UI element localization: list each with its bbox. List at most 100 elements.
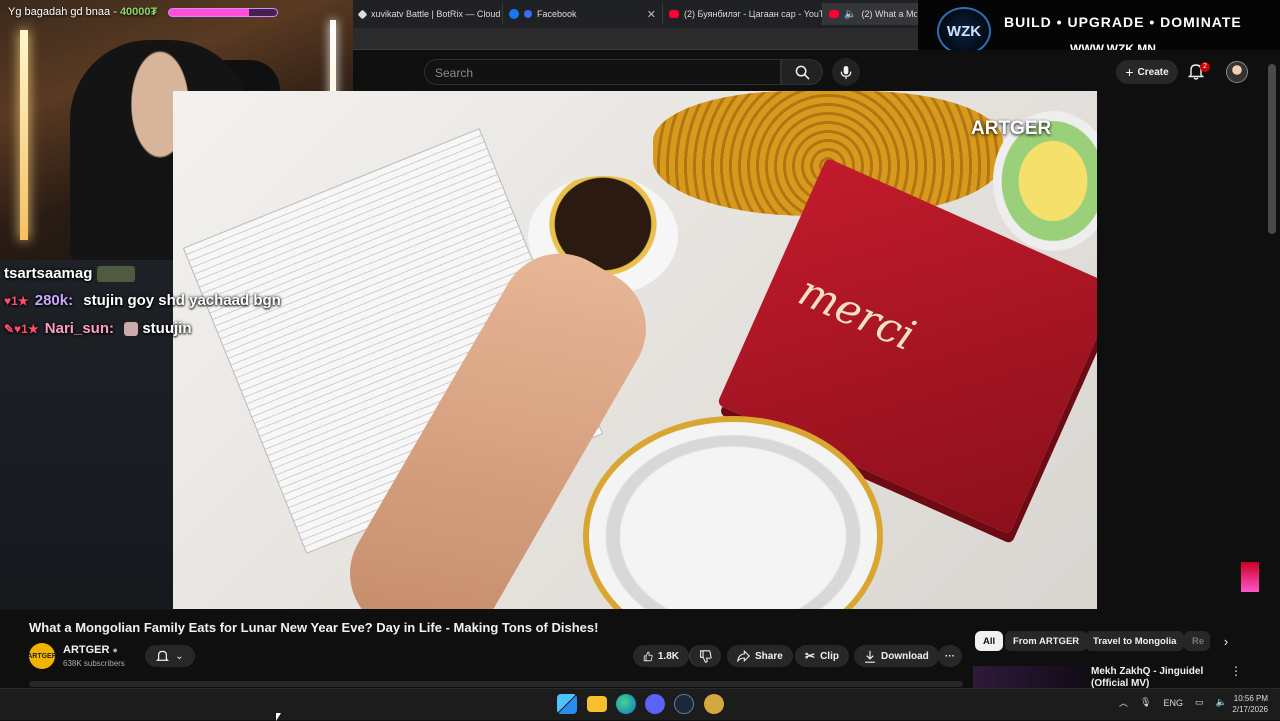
chat-text: stujin goy shd yachaad bgn bbox=[83, 292, 281, 309]
microphone-icon bbox=[840, 65, 852, 79]
promo-sticker bbox=[1241, 562, 1259, 592]
search-icon bbox=[795, 65, 810, 80]
verified-icon: ● bbox=[112, 645, 118, 655]
browser-toolbar bbox=[353, 28, 918, 50]
plus-icon: + bbox=[1125, 64, 1134, 80]
scissors-icon: ✂ bbox=[805, 649, 816, 663]
more-horizontal-icon: ··· bbox=[945, 650, 955, 662]
speaker-icon: 🔈 bbox=[844, 8, 857, 20]
taskbar-clock[interactable]: 10:56 PM 2/17/2026 bbox=[1222, 693, 1268, 715]
chat-username: 280k: bbox=[34, 292, 74, 309]
youtube-icon bbox=[829, 10, 839, 18]
windows-start-icon[interactable] bbox=[557, 694, 577, 714]
subscriber-count: 638K subscribers bbox=[63, 659, 125, 668]
donation-goal: Yg bagadah gd bnaa - 40000₮ bbox=[0, 6, 353, 24]
tab-youtube-active[interactable]: 🔈 (2) What a Mong bbox=[823, 3, 918, 25]
page-scrollbar[interactable] bbox=[1268, 64, 1276, 234]
chat-message: tsartsaamag bbox=[4, 265, 135, 283]
user-avatar[interactable] bbox=[1226, 61, 1248, 83]
microphone-icon[interactable]: 🎙 bbox=[1140, 697, 1151, 708]
chip-from-channel[interactable]: From ARTGER bbox=[1005, 631, 1088, 651]
search-button[interactable] bbox=[781, 59, 823, 85]
notification-count-badge: 2 bbox=[1200, 62, 1210, 72]
chevron-up-icon[interactable]: ︿ bbox=[1119, 696, 1128, 709]
like-button[interactable]: 1.8K bbox=[633, 645, 689, 667]
chip-travel-mongolia[interactable]: Travel to Mongolia bbox=[1085, 631, 1185, 651]
share-button[interactable]: Share bbox=[727, 645, 793, 667]
clip-button[interactable]: ✂ Clip bbox=[795, 645, 849, 667]
video-player[interactable]: merci bbox=[173, 91, 1097, 609]
channel-name[interactable]: ARTGER ● bbox=[63, 644, 118, 656]
clip-label: Clip bbox=[820, 650, 839, 662]
file-explorer-icon[interactable] bbox=[587, 696, 607, 712]
banner-tagline: BUILD • UPGRADE • DOMINATE bbox=[1004, 14, 1242, 30]
network-icon[interactable]: ▭ bbox=[1195, 697, 1204, 708]
channel-name-text: ARTGER bbox=[63, 644, 110, 656]
clock-date: 2/17/2026 bbox=[1232, 705, 1268, 714]
goal-progress-bar bbox=[168, 7, 279, 17]
create-button[interactable]: + Create bbox=[1116, 60, 1178, 84]
discord-icon[interactable] bbox=[645, 694, 665, 714]
tab-label: (2) Буянбилэг - Цагаан сар - YouT bbox=[684, 9, 823, 19]
close-icon[interactable]: ✕ bbox=[647, 8, 656, 21]
clock-time: 10:56 PM bbox=[1233, 694, 1268, 703]
create-label: Create bbox=[1137, 66, 1169, 78]
tab-label: (2) What a Mong bbox=[861, 9, 918, 19]
thumbs-down-icon bbox=[700, 649, 712, 663]
chip-all[interactable]: All bbox=[975, 631, 1004, 651]
recommended-video-thumbnail[interactable] bbox=[973, 666, 1083, 688]
chat-badges: ♥1★ bbox=[4, 294, 29, 308]
emote-icon bbox=[96, 266, 135, 283]
chat-username: Nari_sun: bbox=[44, 320, 114, 337]
share-icon bbox=[737, 650, 750, 662]
box-brand-art: merci bbox=[791, 265, 923, 360]
download-icon bbox=[865, 650, 875, 663]
tab-botrix[interactable]: xuvikatv Battle | BotRix — Cloud S ✕ bbox=[353, 3, 503, 25]
search-input[interactable]: Search bbox=[424, 59, 781, 85]
emote-icon bbox=[124, 322, 139, 337]
app-icon[interactable] bbox=[704, 694, 724, 714]
chat-message: ✎♥1★ Nari_sun: stuujin bbox=[4, 320, 192, 337]
edge-icon[interactable] bbox=[616, 694, 636, 714]
tab-favicon bbox=[357, 9, 368, 19]
chat-message: ♥1★ 280k: stujin goy shd yachaad bgn bbox=[4, 292, 281, 309]
share-label: Share bbox=[755, 650, 783, 662]
chevron-right-icon[interactable]: › bbox=[1217, 632, 1235, 650]
system-tray: ︿ 🎙 ENG ▭ 🔈 bbox=[1119, 696, 1227, 709]
goal-text: Yg bagadah gd bnaa - bbox=[8, 6, 117, 18]
chat-text: stuujin bbox=[142, 320, 192, 337]
channel-watermark: ARTGER bbox=[971, 118, 1052, 139]
tab-label: Facebook bbox=[537, 9, 577, 19]
bell-icon bbox=[156, 650, 170, 661]
download-button[interactable]: Download bbox=[854, 645, 939, 667]
more-vertical-icon[interactable]: ⋮ bbox=[1230, 664, 1242, 678]
download-label: Download bbox=[881, 650, 929, 662]
wzk-logo: WZK bbox=[937, 7, 991, 55]
video-title: What a Mongolian Family Eats for Lunar N… bbox=[29, 620, 599, 635]
chat-badges: ✎♥1★ bbox=[4, 322, 39, 336]
steam-icon[interactable] bbox=[674, 694, 694, 714]
chip-related[interactable]: Re bbox=[1184, 631, 1210, 651]
facebook-icon bbox=[509, 9, 519, 19]
more-actions-button[interactable]: ··· bbox=[938, 645, 962, 667]
youtube-icon bbox=[669, 10, 679, 18]
description-box-edge[interactable] bbox=[29, 681, 963, 687]
channel-avatar[interactable]: ARTGER bbox=[27, 643, 57, 669]
chevron-down-icon: ⌄ bbox=[175, 650, 184, 662]
recommended-video-title[interactable]: Mekh ZakhQ - Jinguidel (Official MV) ⁣ bbox=[1091, 666, 1226, 688]
subscription-notifications-button[interactable]: ⌄ bbox=[145, 645, 195, 667]
chat-username: tsartsaamag bbox=[4, 265, 93, 282]
dislike-button[interactable] bbox=[689, 645, 721, 667]
chat-panel-background bbox=[0, 260, 173, 610]
tab-facebook[interactable]: Facebook ✕ bbox=[503, 3, 663, 25]
voice-search-button[interactable] bbox=[832, 58, 860, 86]
goal-amount: 40000₮ bbox=[119, 6, 158, 18]
browser-tab-strip: xuvikatv Battle | BotRix — Cloud S ✕ Fac… bbox=[353, 0, 918, 28]
lamp-light bbox=[20, 30, 28, 240]
windows-taskbar bbox=[0, 688, 1280, 720]
language-indicator[interactable]: ENG bbox=[1163, 698, 1183, 708]
audio-icon bbox=[524, 10, 532, 18]
like-count: 1.8K bbox=[657, 650, 679, 662]
tab-youtube-1[interactable]: (2) Буянбилэг - Цагаан сар - YouT ✕ bbox=[663, 3, 823, 25]
tab-label: xuvikatv Battle | BotRix — Cloud S bbox=[371, 9, 503, 19]
